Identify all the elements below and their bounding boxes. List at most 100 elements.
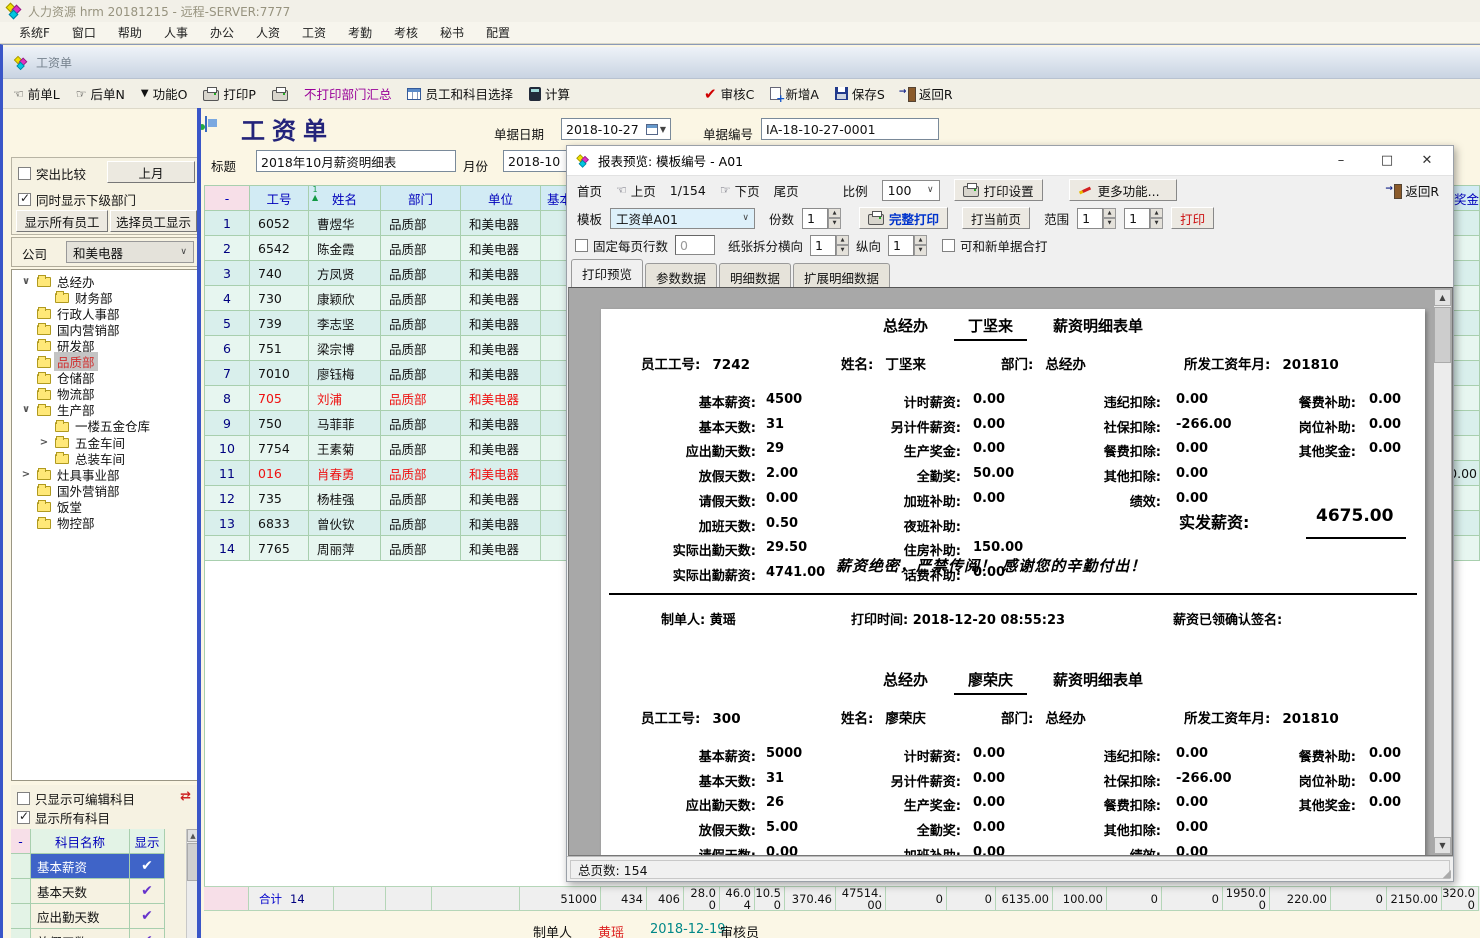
- print-button[interactable]: 打印P: [203, 84, 256, 103]
- save-button[interactable]: 保存S: [835, 84, 885, 103]
- subject-visible-cell[interactable]: ✔: [130, 904, 165, 929]
- no-dept-summary-button[interactable]: 不打印部门汇总: [304, 84, 392, 103]
- add-button[interactable]: 新增A: [770, 84, 819, 103]
- tree-item-饭堂[interactable]: 饭堂: [12, 498, 198, 514]
- range-to-stepper[interactable]: 1▲▼: [1124, 208, 1163, 229]
- next-doc-button[interactable]: ☞后单N: [76, 84, 125, 103]
- subject-visible-cell[interactable]: ✔: [130, 929, 165, 938]
- full-print-button[interactable]: 完整打印: [859, 207, 948, 229]
- subjects-header-2[interactable]: 显示: [130, 829, 165, 854]
- company-select[interactable]: 和美电器∨: [66, 241, 194, 263]
- subject-row-基本天数[interactable]: 基本天数✔: [11, 879, 199, 904]
- print-current-page-button[interactable]: 打当前页: [962, 207, 1030, 229]
- minimize-button[interactable]: –: [1325, 146, 1357, 175]
- menu-item-4[interactable]: 办公: [199, 22, 245, 43]
- dialog-titlebar[interactable]: 报表预览: 模板编号 - A01: [567, 146, 1453, 176]
- tree-item-灶具事业部[interactable]: >灶具事业部: [12, 466, 198, 482]
- first-page-button[interactable]: 首页: [577, 181, 602, 200]
- tab-明细数据[interactable]: 明细数据: [719, 263, 791, 287]
- last-page-button[interactable]: 尾页: [774, 181, 799, 200]
- grid-header--[interactable]: -: [205, 186, 250, 211]
- subjects-header-1[interactable]: 科目名称: [31, 829, 130, 854]
- subject-row-应出勤天数[interactable]: 应出勤天数✔: [11, 904, 199, 929]
- docno-input[interactable]: IA-18-10-27-0001: [761, 118, 939, 140]
- swap-columns-icon[interactable]: ⇄: [180, 789, 191, 800]
- show-sublevel-checkbox[interactable]: 同时显示下级部门: [18, 190, 136, 209]
- back-button[interactable]: 返回R: [901, 84, 953, 103]
- audit-button[interactable]: ✔审核C: [704, 84, 754, 103]
- tab-打印预览[interactable]: 打印预览: [571, 259, 643, 287]
- select-employee-subject-button[interactable]: 员工和科目选择: [407, 84, 513, 103]
- scale-select[interactable]: 100∨: [882, 180, 940, 201]
- menu-item-6[interactable]: 工资: [291, 22, 337, 43]
- printer-icon-button[interactable]: [272, 87, 288, 101]
- menu-item-8[interactable]: 考核: [383, 22, 429, 43]
- split-h-stepper[interactable]: 1▲▼: [810, 235, 849, 256]
- preview-scrollbar[interactable]: ▲ ▼: [1434, 289, 1451, 854]
- next-page-button[interactable]: ☞下页: [720, 181, 760, 200]
- tree-item-行政人事部[interactable]: 行政人事部: [12, 305, 198, 321]
- tree-item-生产部[interactable]: ∨生产部: [12, 402, 198, 418]
- chevron-closed-icon[interactable]: >: [38, 437, 50, 448]
- print-setup-button[interactable]: 打印设置: [954, 179, 1043, 201]
- scrollbar-thumb[interactable]: [1434, 307, 1451, 363]
- menu-item-0[interactable]: 系统F: [8, 22, 61, 43]
- tree-item-财务部[interactable]: 财务部: [12, 289, 198, 305]
- caption-input[interactable]: 2018年10月薪资明细表: [256, 150, 456, 172]
- scroll-down-icon[interactable]: ▼: [1434, 837, 1451, 854]
- splitter[interactable]: [197, 108, 201, 938]
- grid-header-姓名[interactable]: 姓名1▲: [309, 186, 381, 211]
- menu-item-9[interactable]: 秘书: [429, 22, 475, 43]
- dialog-back-button[interactable]: 返回R: [1387, 181, 1439, 200]
- prev-page-button[interactable]: ☜上页: [616, 181, 656, 200]
- tree-item-品质部[interactable]: 品质部: [12, 354, 198, 370]
- chevron-open-icon[interactable]: ∨: [20, 276, 32, 287]
- last-month-button[interactable]: 上月: [107, 161, 195, 183]
- tree-item-国内营销部[interactable]: 国内营销部: [12, 321, 198, 337]
- tree-item-国外营销部[interactable]: 国外营销部: [12, 482, 198, 498]
- tab-扩展明细数据[interactable]: 扩展明细数据: [793, 263, 890, 287]
- print-button[interactable]: 打印: [1171, 207, 1214, 229]
- more-functions-button[interactable]: 更多功能...: [1069, 179, 1177, 201]
- tree-item-研发部[interactable]: 研发部: [12, 337, 198, 353]
- subject-row-放假天数[interactable]: 放假天数✔: [11, 929, 199, 938]
- date-dropdown-icon[interactable]: ▼: [660, 125, 666, 134]
- tree-item-物流部[interactable]: 物流部: [12, 386, 198, 402]
- scroll-up-icon[interactable]: ▲: [1434, 289, 1451, 306]
- tree-item-五金车间[interactable]: >五金车间: [12, 434, 198, 450]
- chevron-closed-icon[interactable]: >: [20, 469, 32, 480]
- range-from-stepper[interactable]: 1▲▼: [1077, 208, 1116, 229]
- highlight-compare-checkbox[interactable]: 突出比较: [18, 164, 86, 183]
- copies-stepper[interactable]: 1▲▼: [802, 208, 841, 229]
- prev-doc-button[interactable]: ☜前单L: [13, 84, 60, 103]
- tree-item-物控部[interactable]: 物控部: [12, 515, 198, 531]
- select-employees-button[interactable]: 选择员工显示: [110, 210, 197, 232]
- fixed-rows-input[interactable]: 0: [675, 235, 715, 255]
- subject-visible-cell[interactable]: ✔: [130, 854, 165, 879]
- menu-item-7[interactable]: 考勤: [337, 22, 383, 43]
- functions-button[interactable]: ▼功能O: [141, 84, 188, 103]
- tree-item-一楼五金仓库[interactable]: 一楼五金仓库: [12, 418, 198, 434]
- menu-item-5[interactable]: 人资: [245, 22, 291, 43]
- merge-print-checkbox[interactable]: 可和新单据合打: [942, 236, 1048, 255]
- tree-item-总装车间[interactable]: 总装车间: [12, 450, 198, 466]
- tree-item-仓储部[interactable]: 仓储部: [12, 370, 198, 386]
- subject-row-基本薪资[interactable]: 基本薪资✔: [11, 854, 199, 879]
- editable-subjects-checkbox[interactable]: 只显示可编辑科目: [17, 789, 135, 808]
- date-input[interactable]: 2018-10-27 ▼: [561, 118, 671, 140]
- subjects-header-0[interactable]: -: [11, 829, 31, 854]
- grid-header-部门[interactable]: 部门: [381, 186, 461, 211]
- fixed-rows-checkbox[interactable]: 固定每页行数: [575, 236, 668, 255]
- subject-visible-cell[interactable]: ✔: [130, 879, 165, 904]
- maximize-button[interactable]: □: [1371, 146, 1403, 175]
- chevron-open-icon[interactable]: ∨: [20, 404, 32, 415]
- grid-header-工号[interactable]: 工号: [250, 186, 309, 211]
- grid-header-单位[interactable]: 单位: [461, 186, 541, 211]
- menu-item-10[interactable]: 配置: [475, 22, 521, 43]
- menu-item-2[interactable]: 帮助: [107, 22, 153, 43]
- resize-grip[interactable]: ◢: [1443, 867, 1451, 880]
- show-all-employees-button[interactable]: 显示所有员工: [16, 210, 108, 232]
- menu-item-3[interactable]: 人事: [153, 22, 199, 43]
- calculate-button[interactable]: 计算: [529, 84, 570, 103]
- all-subjects-checkbox[interactable]: 显示所有科目: [17, 808, 110, 827]
